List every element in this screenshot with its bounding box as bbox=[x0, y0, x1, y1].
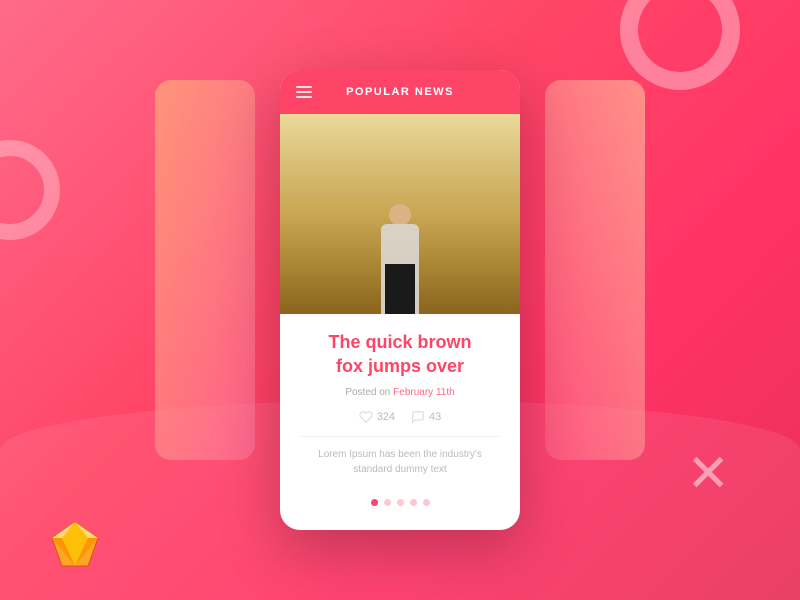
x-decoration: ✕ bbox=[686, 448, 730, 500]
phone-card: POPULAR NEWS The quick brown fox jumps o… bbox=[280, 70, 520, 530]
person-head bbox=[389, 204, 411, 226]
pagination-dots bbox=[280, 489, 520, 520]
side-card-left bbox=[155, 80, 255, 460]
comments-item[interactable]: 43 bbox=[411, 410, 441, 424]
heart-icon bbox=[359, 410, 373, 424]
comments-count: 43 bbox=[429, 411, 441, 423]
person-legs bbox=[385, 264, 415, 314]
dot-1[interactable] bbox=[371, 499, 378, 506]
comment-icon bbox=[411, 410, 425, 424]
dot-3[interactable] bbox=[397, 499, 404, 506]
hamburger-menu[interactable] bbox=[296, 86, 312, 98]
hamburger-line-3 bbox=[296, 96, 312, 98]
dot-5[interactable] bbox=[423, 499, 430, 506]
card-content: The quick brown fox jumps over Posted on… bbox=[280, 314, 520, 489]
posted-label: Posted on bbox=[345, 387, 390, 398]
hero-image bbox=[280, 114, 520, 314]
bg-circle-top-right bbox=[620, 0, 740, 90]
hamburger-line-1 bbox=[296, 86, 312, 88]
likes-item[interactable]: 324 bbox=[359, 410, 395, 424]
bg-circle-left bbox=[0, 140, 60, 240]
posted-date: February 11th bbox=[393, 387, 455, 398]
likes-count: 324 bbox=[377, 411, 395, 423]
sketch-logo bbox=[50, 520, 100, 570]
article-excerpt: Lorem Ipsum has been the industry's stan… bbox=[300, 447, 500, 477]
posted-line: Posted on February 11th bbox=[300, 387, 500, 398]
content-divider bbox=[300, 436, 500, 437]
article-title: The quick brown fox jumps over bbox=[300, 330, 500, 379]
app-header: POPULAR NEWS bbox=[280, 70, 520, 114]
engagement-row: 324 43 bbox=[300, 410, 500, 424]
hamburger-line-2 bbox=[296, 91, 312, 93]
dot-2[interactable] bbox=[384, 499, 391, 506]
article-title-line2: fox jumps over bbox=[336, 356, 464, 376]
side-card-right bbox=[545, 80, 645, 460]
header-title: POPULAR NEWS bbox=[346, 86, 454, 98]
dot-4[interactable] bbox=[410, 499, 417, 506]
article-title-line1: The quick brown bbox=[328, 332, 471, 352]
person-figure bbox=[365, 154, 435, 314]
